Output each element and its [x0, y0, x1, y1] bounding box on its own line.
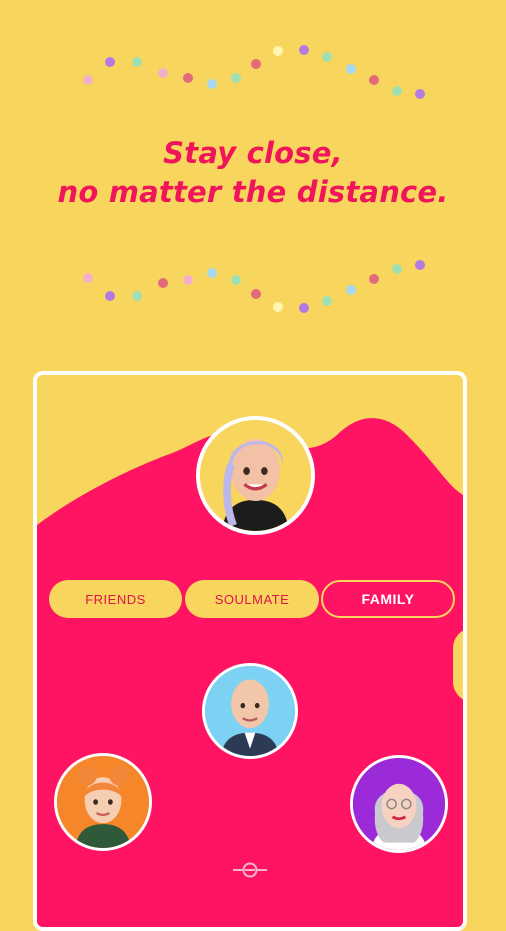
- avatar-lavender-hair[interactable]: [196, 416, 315, 535]
- avatar-icon: [353, 758, 445, 850]
- headline-line-1: Stay close,: [163, 136, 343, 170]
- tab-friends[interactable]: FRIENDS: [49, 580, 182, 618]
- headline-line-2: no matter the distance.: [57, 175, 449, 209]
- tab-soulmate[interactable]: SOULMATE: [185, 580, 319, 618]
- avatar-icon: [57, 756, 149, 848]
- connection-icon: [233, 862, 267, 878]
- avatar-icon: [205, 666, 295, 756]
- avatar-orange-hair[interactable]: [54, 753, 152, 851]
- avatar-grey-hair[interactable]: [350, 755, 448, 853]
- avatar-bald-man[interactable]: [202, 663, 298, 759]
- avatar-icon: [200, 420, 311, 531]
- preview-card: FRIENDS SOULMATE FAMILY: [33, 371, 467, 931]
- tab-family[interactable]: FAMILY: [321, 580, 455, 618]
- side-tab[interactable]: [453, 628, 463, 702]
